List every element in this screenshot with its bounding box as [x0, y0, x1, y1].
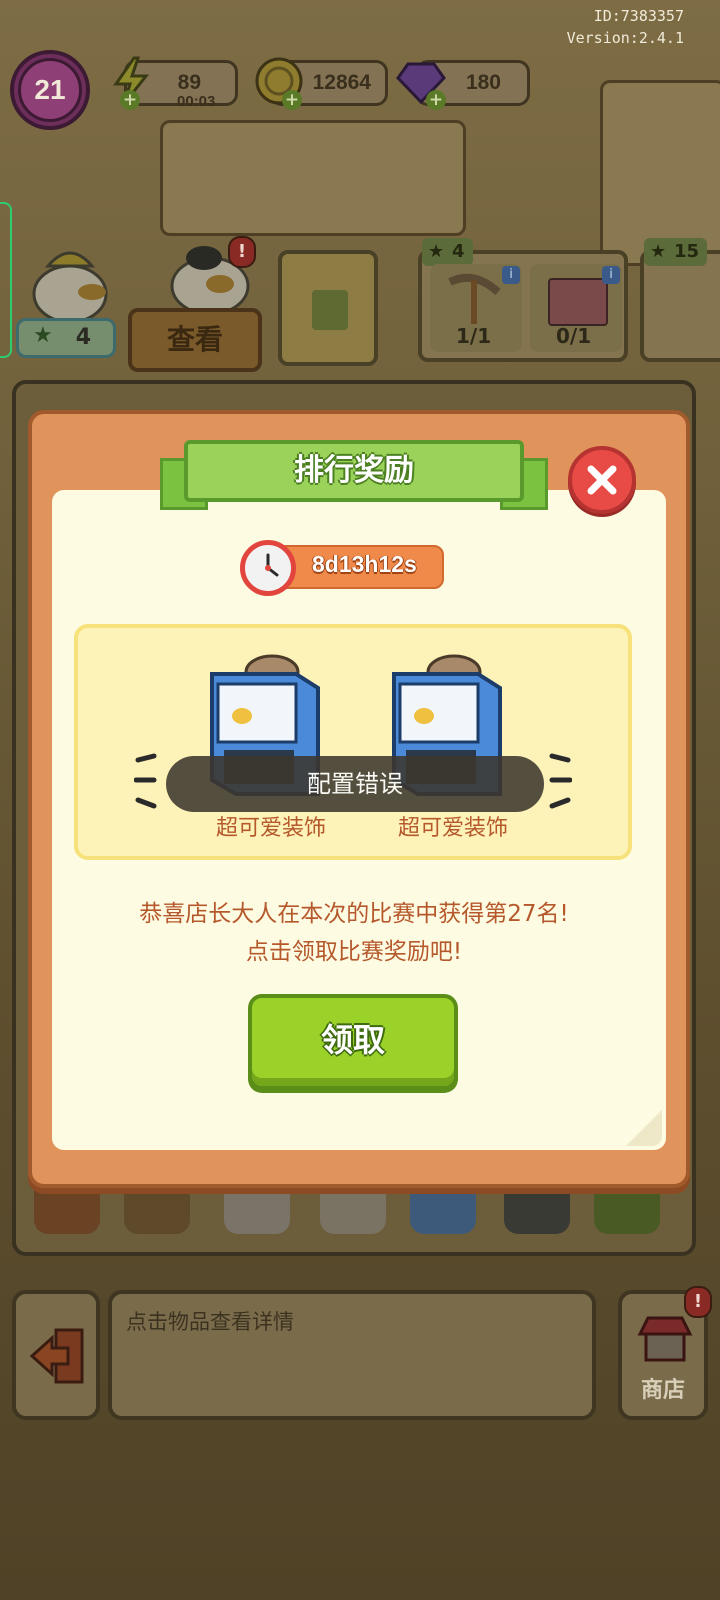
shop-label: 商店 [640, 1378, 685, 1403]
rank-message-line1: 恭喜店长大人在本次的比赛中获得第27名! [139, 901, 569, 927]
error-toast: 配置错误 [166, 756, 544, 812]
claim-button[interactable]: 领取 [248, 994, 458, 1090]
shop-awning-icon [637, 1316, 693, 1362]
sparkle-right-icon [549, 753, 572, 809]
star-icon: ★ [33, 323, 53, 348]
version-label: Version:2.4.1 [566, 29, 684, 47]
worker-star-pill: ★ 4 [16, 318, 116, 358]
view-button[interactable]: 查看 [128, 308, 262, 372]
blueprint-icon [312, 290, 348, 330]
close-button[interactable] [568, 446, 636, 514]
energy-plus-icon[interactable]: + [120, 90, 140, 110]
star-icon: ★ [650, 241, 667, 262]
reward-label-2: 超可爱装饰 [397, 816, 508, 841]
shop-alert-icon: ! [684, 1286, 712, 1318]
quest-panel-next[interactable]: ★ 15 [640, 238, 720, 362]
quest-progress-2: 0/1 [556, 324, 592, 348]
star-icon: ★ [428, 241, 445, 262]
clock-icon [240, 540, 296, 596]
modal-title: 排行奖励 [184, 440, 524, 502]
level-number: 21 [18, 58, 82, 122]
gem-value: 180 [465, 71, 501, 94]
info-icon[interactable]: i [602, 266, 620, 284]
coin-plus-icon[interactable]: + [282, 90, 302, 110]
quest-star-tag: ★ 4 [422, 238, 473, 266]
quest-star-tag-2: ★ 15 [644, 238, 708, 266]
basket-icon [548, 278, 608, 326]
coin-value: 12864 [312, 71, 371, 94]
quest-star-count: 4 [452, 241, 465, 262]
rank-message-line2: 点击领取比赛奖励吧! [245, 939, 463, 965]
sparkle-left-icon [134, 753, 157, 809]
quest-progress-1: 1/1 [456, 324, 492, 348]
item-hint-text: 点击物品查看详情 [126, 1310, 294, 1334]
back-button[interactable] [12, 1290, 100, 1420]
reward-label-1: 超可爱装饰 [215, 816, 326, 841]
countdown-text: 8d13h12s [312, 551, 417, 577]
side-drawer-handle[interactable] [0, 202, 12, 358]
gem-plus-icon[interactable]: + [426, 90, 446, 110]
player-id: ID:7383357 [593, 7, 684, 25]
item-hint-box: 点击物品查看详情 [108, 1290, 596, 1420]
info-icon[interactable]: i [502, 266, 520, 284]
close-icon [587, 465, 617, 495]
worker-star-count: 4 [75, 325, 91, 350]
duck-worker-icon [32, 251, 108, 324]
quest-item-2[interactable]: 0/1 i [530, 264, 622, 352]
exit-door-icon [29, 1328, 84, 1384]
quest-panel[interactable]: ★ 4 1/1 i 0/1 i [418, 238, 628, 362]
pickaxe-icon [448, 273, 501, 324]
quest-star-count-2: 15 [674, 241, 700, 262]
level-badge[interactable]: 21 [10, 50, 90, 130]
alert-icon: ! [228, 236, 256, 268]
shop-counter [160, 120, 466, 236]
quest-item-1[interactable]: 1/1 i [430, 264, 522, 352]
energy-timer: 00:03 [177, 93, 216, 110]
blueprint-card[interactable] [278, 250, 378, 366]
energy-value: 89 [177, 71, 201, 94]
